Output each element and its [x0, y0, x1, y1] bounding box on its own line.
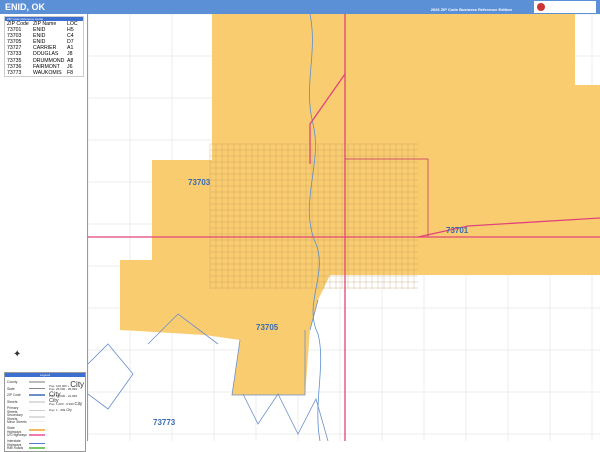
legend-swatch — [29, 420, 45, 423]
legend-city-size: Pop: 1 - 999 City — [49, 408, 72, 412]
zip-cell: 73773 — [7, 69, 22, 76]
zip-cell: F8 — [67, 69, 74, 76]
legend-item: County — [7, 380, 47, 384]
legend-label: Streets — [7, 399, 18, 404]
legend-swatch — [29, 394, 45, 396]
legend-label: State — [7, 386, 15, 391]
legend-swatch — [29, 416, 45, 418]
legend-swatch — [29, 442, 45, 445]
legend-city-size: Pop: 1,000 - 9,999 City — [49, 401, 82, 406]
legend-title: Legend — [5, 373, 85, 377]
legend-label: Minor Streets — [7, 419, 27, 424]
legend-label: County — [7, 380, 18, 384]
map[interactable]: 73703 73701 73705 73773 — [88, 14, 600, 441]
legend-swatch — [29, 401, 45, 403]
zip-label-73773: 73773 — [153, 418, 176, 427]
edition-label: 2026 ZIP Code Business Reference Edition — [430, 7, 512, 12]
legend: Legend County State ZIP Code Streets Primary… — [4, 372, 86, 452]
zip-label-73705: 73705 — [256, 323, 279, 332]
zip-label-73701: 73701 — [446, 226, 469, 235]
legend-swatch — [29, 429, 45, 431]
sidebar: ZIP Code Reference Guide ZIP Code ZIP Na… — [0, 14, 88, 452]
legend-swatch — [29, 447, 45, 449]
legend-item: Rail Roads — [7, 446, 47, 450]
legend-label: Rail Roads — [7, 446, 24, 450]
legend-item: Streets — [7, 400, 47, 404]
legend-swatch — [29, 409, 45, 412]
legend-swatch — [29, 434, 45, 436]
legend-label: US Highways — [7, 432, 27, 437]
zip-cell: WAUKOMIS — [33, 69, 62, 76]
legend-label: ZIP Code — [7, 393, 21, 398]
legend-item: ZIP Code — [7, 393, 47, 397]
zip-table: ZIP Code Reference Guide ZIP Code ZIP Na… — [4, 16, 84, 77]
logo-icon — [537, 3, 545, 11]
compass-icon: ✦ — [13, 349, 22, 360]
city-sample: City — [74, 401, 83, 406]
legend-swatch — [29, 381, 45, 383]
brand-logo — [534, 1, 596, 13]
page-title: ENID, OK — [5, 2, 46, 12]
legend-item: US Highways — [7, 433, 47, 437]
header-bar: ENID, OK 2026 ZIP Code Business Referenc… — [0, 0, 600, 14]
zip-table-row: 73773 WAUKOMIS F8 — [5, 70, 83, 76]
legend-item: Minor Streets — [7, 420, 47, 424]
zip-label-73703: 73703 — [188, 178, 211, 187]
pop-range: Pop: 1,000 - 9,999 — [49, 402, 74, 406]
legend-item: State — [7, 387, 47, 391]
legend-swatch — [29, 387, 45, 390]
pop-range: Pop: 1 - 999 — [49, 408, 66, 412]
city-sample: City — [66, 408, 72, 412]
